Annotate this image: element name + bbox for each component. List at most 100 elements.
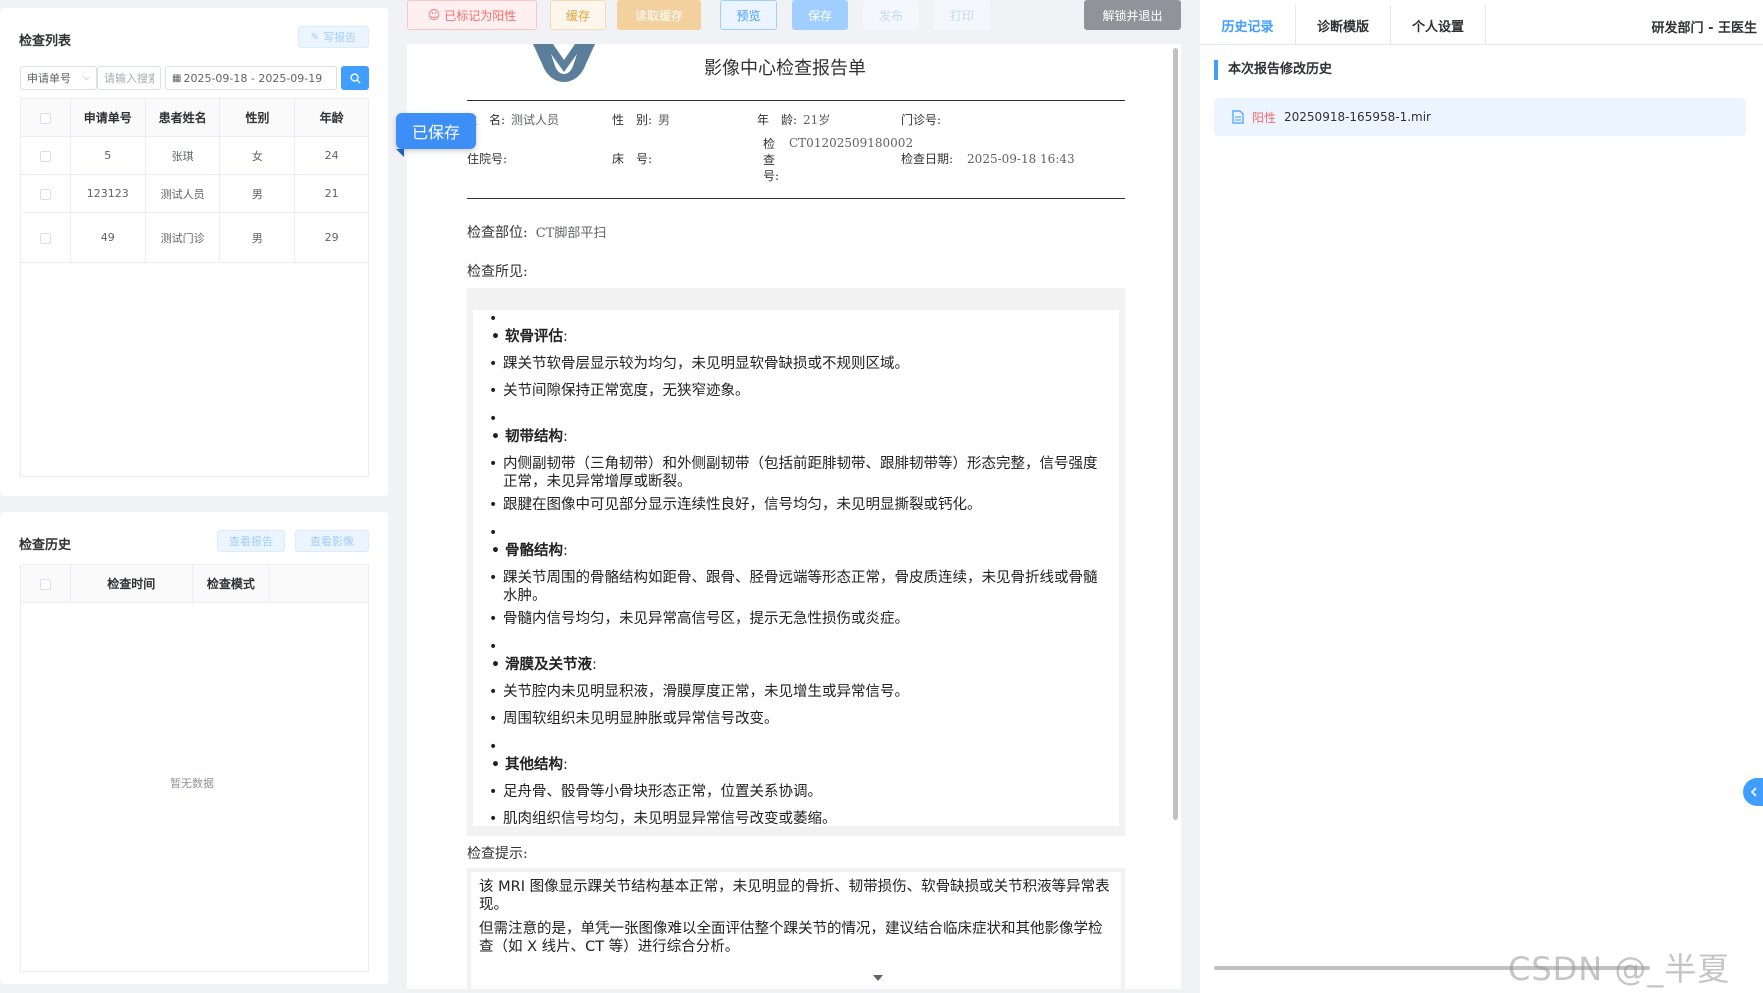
column-header[interactable]: 申请单号 [70,98,146,137]
findings-heading: 其他结构: [491,756,1119,774]
column-header[interactable]: 检查模式 [192,564,271,603]
empty-state-text: 暂无数据 [170,777,214,790]
row-checkbox[interactable] [39,150,51,162]
preview-label: 预览 [736,8,761,23]
select-all-checkbox[interactable] [39,112,51,124]
unlock-exit-button[interactable]: 解锁并退出 [1084,0,1181,30]
list-item [489,524,1119,542]
outpatient-label: 门诊号: [901,113,942,127]
mark-positive-button[interactable]: ☺ 已标记为阳性 [407,0,537,30]
exam-history-title: 检查历史 [19,538,72,553]
field-exam-no-value: CT01202509180002 [789,136,913,150]
chevron-down-icon: ⌵ [83,73,90,83]
findings-heading: 韧带结构: [491,428,1119,446]
exam-part-label: 检查部位: [467,225,528,241]
select-all-checkbox-cell[interactable] [20,98,71,137]
document-icon [1232,110,1244,124]
chevron-left-icon [1750,787,1757,797]
report-document: 影像中心检查报告单 姓 名: 测试人员 性 别: 男 年 龄: 21岁 门诊号: 住院… [407,44,1181,989]
bed-label: 床 号: [612,152,653,166]
smile-icon: ☺ [427,8,441,22]
tab-diagnosis-templates[interactable]: 诊断模版 [1296,5,1391,45]
collapse-panel-button[interactable] [1743,778,1763,806]
right-panel: 历史记录 诊断模版 个人设置 研发部门 - 王医生 本次报告修改历史 阳性 20… [1200,0,1763,993]
scroll-down-icon[interactable] [868,970,888,986]
search-input-placeholder: 请输入搜索 [104,72,154,85]
search-icon [349,72,361,84]
hint-paragraph: 但需注意的是，单凭一张图像难以全面评估整个踝关节的情况，建议结合临床症状和其他影… [479,921,1103,955]
exam-date-value: 2025-09-18 16:43 [967,152,1075,166]
view-image-button[interactable]: 查看影像 [295,530,369,552]
cell-request-id: 123123 [70,174,146,213]
list-item: 骨髓内信号均匀，未见异常高信号区，提示无急性损伤或炎症。 [489,610,1119,628]
column-header[interactable]: 患者姓名 [145,98,221,137]
list-item: 关节间隙保持正常宽度，无狭窄迹象。 [489,382,1119,400]
age-value: 21岁 [803,113,831,127]
cell-patient-name: 测试门诊 [145,212,221,263]
history-item[interactable]: 阳性 20250918-165958-1.mir [1214,98,1746,136]
table-row[interactable]: 5 张琪 女 24 [20,136,369,175]
findings-editor[interactable]: 软骨评估: 踝关节软骨层显示较为均匀，未见明显软骨缺损或不规则区域。 关节间隙保… [473,310,1119,826]
vertical-scrollbar[interactable] [1173,48,1178,820]
column-header[interactable]: 性别 [219,98,296,137]
edit-icon: ✎ [310,31,320,43]
exam-history-table: 检查时间 检查模式 [20,564,369,972]
table-row[interactable]: 49 测试门诊 男 29 [20,212,369,263]
watermark: CSDN @_半夏曲 [1508,950,1731,988]
select-all-checkbox-cell[interactable] [20,564,71,603]
tab-personal-settings[interactable]: 个人设置 [1391,5,1486,45]
search-field-select-value: 申请单号 [27,72,71,85]
row-checkbox[interactable] [39,232,51,244]
field-exam-date: 检查日期: 2025-09-18 16:43 [901,150,1075,167]
saved-badge-tail [396,149,404,157]
findings-heading: 骨骼结构: [491,542,1119,560]
header-divider [467,100,1125,101]
search-input[interactable]: 请输入搜索 [97,66,161,90]
read-cache-button[interactable]: 读取缓存 [617,0,701,30]
exam-list-table: 申请单号 患者姓名 性别 年龄 5 张琪 女 24 123123 测试人员 男 … [20,98,369,477]
field-gender: 性 别: 男 [612,111,670,128]
column-header[interactable]: 检查时间 [70,564,193,603]
exam-list-title: 检查列表 [19,34,72,49]
list-item: 足舟骨、骰骨等小骨块形态正常，位置关系协调。 [489,783,1119,801]
cache-label: 缓存 [565,8,590,23]
search-field-select[interactable]: 申请单号 ⌵ [20,66,97,90]
date-range-picker[interactable]: ▦ 2025-09-18 - 2025-09-19 [165,66,337,90]
save-label: 保存 [807,8,832,23]
exam-date-label: 检查日期: [901,152,954,166]
saved-status-badge: 已保存 [396,113,476,149]
field-age: 年 龄: 21岁 [757,111,830,128]
hints-editor[interactable]: 该 MRI 图像显示踝关节结构基本正常，未见明显的骨折、韧带损伤、软骨缺损或关节… [471,872,1121,989]
save-button[interactable]: 保存 [792,0,848,30]
list-item: 内侧副韧带（三角韧带）和外侧副韧带（包括前距腓韧带、跟腓韧带等）形态完整，信号强… [489,455,1119,491]
history-section-title: 本次报告修改历史 [1214,60,1332,80]
preview-button[interactable]: 预览 [720,0,777,30]
table-row[interactable]: 123123 测试人员 男 21 [20,174,369,213]
row-checkbox[interactable] [39,188,51,200]
read-cache-label: 读取缓存 [634,8,683,23]
field-name: 姓 名: 测试人员 [465,111,559,128]
view-report-button[interactable]: 查看报告 [217,530,285,552]
gender-value: 男 [658,113,671,127]
user-department-label: 研发部门 - 王医生 [1651,21,1757,36]
findings-editor-frame: 软骨评估: 踝关节软骨层显示较为均匀，未见明显软骨缺损或不规则区域。 关节间隙保… [467,288,1125,836]
column-header[interactable]: 年龄 [294,98,369,137]
left-panel: 检查列表 ✎ 写报告 申请单号 ⌵ 请输入搜索 ▦ 2025-09-18 - 2… [0,0,388,993]
view-report-label: 查看报告 [229,535,273,548]
search-button[interactable] [341,66,369,90]
select-all-checkbox[interactable] [39,578,51,590]
view-image-label: 查看影像 [310,535,354,548]
tab-history[interactable]: 历史记录 [1200,5,1296,45]
saved-status-label: 已保存 [411,123,460,142]
mark-positive-label: 已标记为阳性 [444,8,517,23]
hint-paragraph: 该 MRI 图像显示踝关节结构基本正常，未见明显的骨折、韧带损伤、软骨缺损或关节… [479,879,1110,913]
list-item: 肌肉组织信号均匀，未见明显异常信号改变或萎缩。 [489,810,1119,826]
publish-button[interactable]: 发布 [863,0,919,30]
findings-label: 检查所见: [467,264,528,280]
write-report-button[interactable]: ✎ 写报告 [298,26,369,48]
print-button[interactable]: 打印 [934,0,990,30]
cache-button[interactable]: 缓存 [550,0,606,30]
exam-list-card: 检查列表 ✎ 写报告 申请单号 ⌵ 请输入搜索 ▦ 2025-09-18 - 2… [0,8,388,496]
list-item: 周围软组织未见明显肿胀或异常信号改变。 [489,710,1119,728]
list-item [489,310,1119,328]
